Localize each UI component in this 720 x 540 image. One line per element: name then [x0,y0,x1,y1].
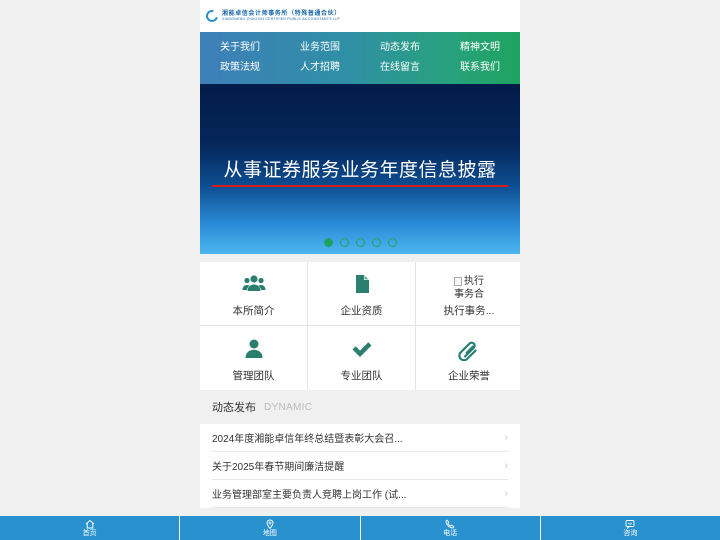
tab-home[interactable]: 首页 [0,516,181,540]
nav-item-business-scope[interactable]: 业务范围 [280,38,360,58]
tab-label: 咨询 [623,529,638,537]
logo-title-cn: 湘能卓信会计师事务所（特殊普通合伙） [222,10,341,17]
menu-item-label: 本所简介 [232,305,275,317]
main-nav: 关于我们 业务范围 动态发布 精神文明 政策法规 人才招聘 在线留言 联系我们 [200,32,520,84]
quick-menu-grid: 本所简介 企业资质 执行 事务合 执行事务... 管理团队 专业团队 企业荣誉 [200,262,520,390]
news-item-title: 业务管理部室主要负责人竞聘上岗工作 (试... [212,490,407,501]
tab-phone[interactable]: 电话 [361,516,541,540]
chat-icon [625,519,635,529]
carousel-dot-3[interactable] [355,238,365,247]
logo-title-en: XIANGNENG ZHUOXIN CERTIFIED PUBLIC ACCOU… [222,16,340,21]
carousel-dot-5[interactable] [387,238,397,247]
nav-item-recruitment[interactable]: 人才招聘 [280,58,360,78]
user-icon [245,339,262,358]
broken-image-alt: 执行 [464,276,484,287]
nav-item-message[interactable]: 在线留言 [360,58,440,78]
broken-image-alt-2: 事务合 [454,289,484,300]
broken-image-icon: 执行 事务合 [454,275,484,301]
nav-item-contact[interactable]: 联系我们 [440,58,520,78]
menu-item-honors[interactable]: 企业荣誉 [416,326,520,390]
chevron-right-icon: › [504,487,508,500]
menu-item-management-team[interactable]: 管理团队 [200,326,307,390]
check-icon [352,342,371,357]
menu-item-professional-team[interactable]: 专业团队 [308,326,415,390]
news-item[interactable]: 关于2025年春节期间廉洁提醒 › [212,452,508,480]
tab-map[interactable]: 地图 [180,516,361,540]
chevron-right-icon: › [504,459,508,472]
menu-item-qualification[interactable]: 企业资质 [308,262,415,325]
tab-label: 地图 [262,529,277,537]
menu-item-label: 企业荣誉 [448,370,490,382]
carousel-dot-1[interactable] [323,238,333,247]
banner-underline [212,185,508,187]
menu-item-label: 执行事务... [443,305,495,317]
news-section-title: 动态发布 [212,402,256,414]
news-item-title: 2024年度湘能卓信年终总结暨表彰大会召... [212,434,403,445]
home-icon [85,519,94,528]
menu-item-firm-intro[interactable]: 本所简介 [200,262,307,325]
news-section-header: 动态发布 DYNAMIC [200,390,520,424]
tab-label: 首页 [82,529,97,537]
menu-item-label: 管理团队 [232,370,275,382]
menu-item-label: 专业团队 [340,370,383,382]
banner-carousel[interactable]: 从事证券服务业务年度信息披露 [200,84,520,254]
news-item[interactable]: 业务管理部室主要负责人竞聘上岗工作 (试... › [212,480,508,508]
phone-icon [445,519,455,528]
nav-item-policies[interactable]: 政策法规 [200,58,280,78]
menu-item-label: 企业资质 [340,305,383,317]
carousel-dot-2[interactable] [339,238,349,247]
mobile-page: 湘能卓信会计师事务所（特殊普通合伙） XIANGNENG ZHUOXIN CER… [200,0,520,540]
menu-item-executive-partner[interactable]: 执行 事务合 执行事务... [416,262,520,325]
news-list: 2024年度湘能卓信年终总结暨表彰大会召... › 关于2025年春节期间廉洁提… [200,424,520,508]
news-item-title: 关于2025年春节期间廉洁提醒 [212,462,345,473]
news-section-subtitle: DYNAMIC [264,401,313,413]
carousel-dots [200,238,520,247]
tab-label: 电话 [443,529,458,537]
nav-item-about[interactable]: 关于我们 [200,38,280,58]
nav-item-news[interactable]: 动态发布 [360,38,440,58]
banner-title: 从事证券服务业务年度信息披露 [223,159,497,181]
paperclip-icon [458,341,477,361]
site-logo[interactable]: 湘能卓信会计师事务所（特殊普通合伙） XIANGNENG ZHUOXIN CER… [203,7,341,25]
nav-item-civilization[interactable]: 精神文明 [440,38,520,58]
tab-consult[interactable]: 咨询 [541,516,720,540]
map-pin-icon [266,519,274,529]
document-icon [355,275,369,293]
users-icon [242,275,265,291]
logo-icon [203,7,221,25]
bottom-tab-bar: 首页 地图 电话 咨询 [0,516,720,540]
site-header: 湘能卓信会计师事务所（特殊普通合伙） XIANGNENG ZHUOXIN CER… [200,0,520,32]
chevron-right-icon: › [504,431,508,444]
news-item[interactable]: 2024年度湘能卓信年终总结暨表彰大会召... › [212,424,508,452]
carousel-dot-4[interactable] [371,238,381,247]
